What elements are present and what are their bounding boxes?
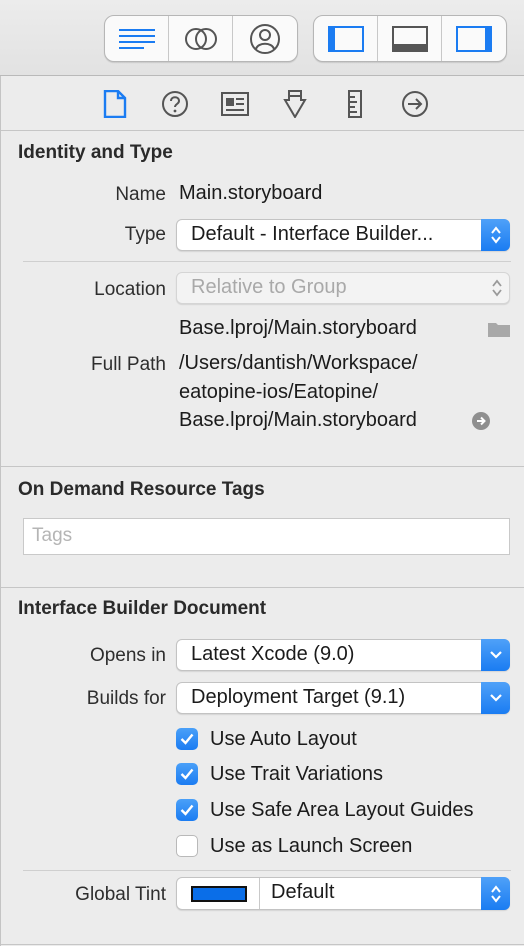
utilities-toggle-icon[interactable]	[442, 16, 506, 61]
use-auto-layout-checkbox[interactable]: Use Auto Layout	[176, 725, 357, 753]
location-popup-value: Relative to Group	[191, 276, 347, 298]
folder-icon[interactable]	[487, 320, 511, 343]
fullpath-line-3: Base.lproj/Main.storyboard	[179, 409, 417, 431]
editor-mode-segmented-control	[104, 15, 298, 62]
size-inspector-icon[interactable]	[341, 90, 369, 118]
debug-area-toggle-icon[interactable]	[378, 16, 442, 61]
editor-assistant-icon[interactable]	[169, 16, 233, 61]
use-safe-area-checkbox[interactable]: Use Safe Area Layout Guides	[176, 796, 474, 824]
builds-for-value: Deployment Target (9.1)	[191, 686, 406, 708]
attributes-inspector-icon[interactable]	[281, 90, 309, 118]
quick-help-icon[interactable]	[161, 90, 189, 118]
updown-arrows-icon	[491, 278, 503, 303]
checkbox-label: Use Trait Variations	[210, 762, 384, 785]
editor-standard-icon[interactable]	[105, 16, 169, 61]
empty-checkbox	[176, 835, 198, 857]
identity-section-title: Identity and Type	[18, 142, 173, 163]
tint-divider	[259, 878, 260, 909]
chevron-down-icon	[481, 682, 510, 714]
tint-color-swatch[interactable]	[191, 886, 247, 902]
checkmark-icon	[176, 799, 198, 821]
opens-in-label: Opens in	[89, 645, 166, 666]
checkbox-label: Use Auto Layout	[210, 727, 357, 750]
identity-inspector-icon[interactable]	[221, 90, 249, 118]
location-popup: Relative to Group	[176, 272, 510, 304]
use-as-launch-screen-checkbox[interactable]: Use as Launch Screen	[176, 832, 412, 860]
bottom-divider	[1, 944, 524, 945]
view-toggle-segmented-control	[313, 15, 507, 62]
opens-in-value: Latest Xcode (9.0)	[191, 643, 355, 665]
file-inspector-icon[interactable]	[101, 90, 129, 118]
ibdoc-section-title: Interface Builder Document	[18, 598, 267, 619]
tags-placeholder: Tags	[32, 525, 73, 546]
builds-for-popup[interactable]: Deployment Target (9.1)	[176, 682, 510, 714]
opens-in-popup[interactable]: Latest Xcode (9.0)	[176, 639, 510, 671]
use-trait-variations-checkbox[interactable]: Use Trait Variations	[176, 760, 383, 788]
chevron-down-icon	[481, 639, 510, 671]
builds-for-label: Builds for	[86, 688, 166, 709]
identity-divider	[23, 261, 511, 262]
type-label: Type	[124, 224, 166, 245]
navigator-toggle-icon[interactable]	[314, 16, 378, 61]
checkbox-label: Use Safe Area Layout Guides	[210, 798, 474, 821]
editor-version-icon[interactable]	[233, 16, 297, 61]
type-popup[interactable]: Default - Interface Builder...	[176, 219, 510, 251]
reveal-in-finder-arrow-icon[interactable]	[471, 411, 491, 436]
checkbox-label: Use as Launch Screen	[210, 834, 413, 857]
fullpath-line-1: /Users/dantish/Workspace/	[179, 352, 418, 374]
checkmark-icon	[176, 728, 198, 750]
checkmark-icon	[176, 763, 198, 785]
section-divider	[1, 587, 524, 588]
location-path: Base.lproj/Main.storyboard	[179, 317, 417, 339]
inspector-panel: Identity and Type Name Main.storyboard T…	[0, 76, 524, 946]
odr-section-title: On Demand Resource Tags	[18, 479, 265, 500]
section-divider	[1, 466, 524, 467]
ibdoc-divider	[23, 870, 511, 871]
toolbar	[0, 0, 524, 76]
fullpath-label: Full Path	[91, 354, 166, 375]
name-label: Name	[115, 184, 166, 205]
updown-arrows-icon	[481, 877, 510, 910]
inspector-tab-bar	[1, 76, 524, 131]
fullpath-line-2: eatopine-ios/Eatopine/	[179, 381, 379, 403]
global-tint-popup[interactable]: Default	[176, 877, 510, 910]
tint-value: Default	[271, 881, 335, 903]
global-tint-label: Global Tint	[75, 884, 166, 905]
location-label: Location	[94, 279, 166, 300]
tags-input[interactable]: Tags	[23, 518, 510, 555]
type-popup-value: Default - Interface Builder...	[191, 223, 434, 245]
connections-inspector-icon[interactable]	[401, 90, 429, 118]
updown-arrows-icon	[481, 219, 510, 251]
name-value[interactable]: Main.storyboard	[179, 182, 322, 205]
